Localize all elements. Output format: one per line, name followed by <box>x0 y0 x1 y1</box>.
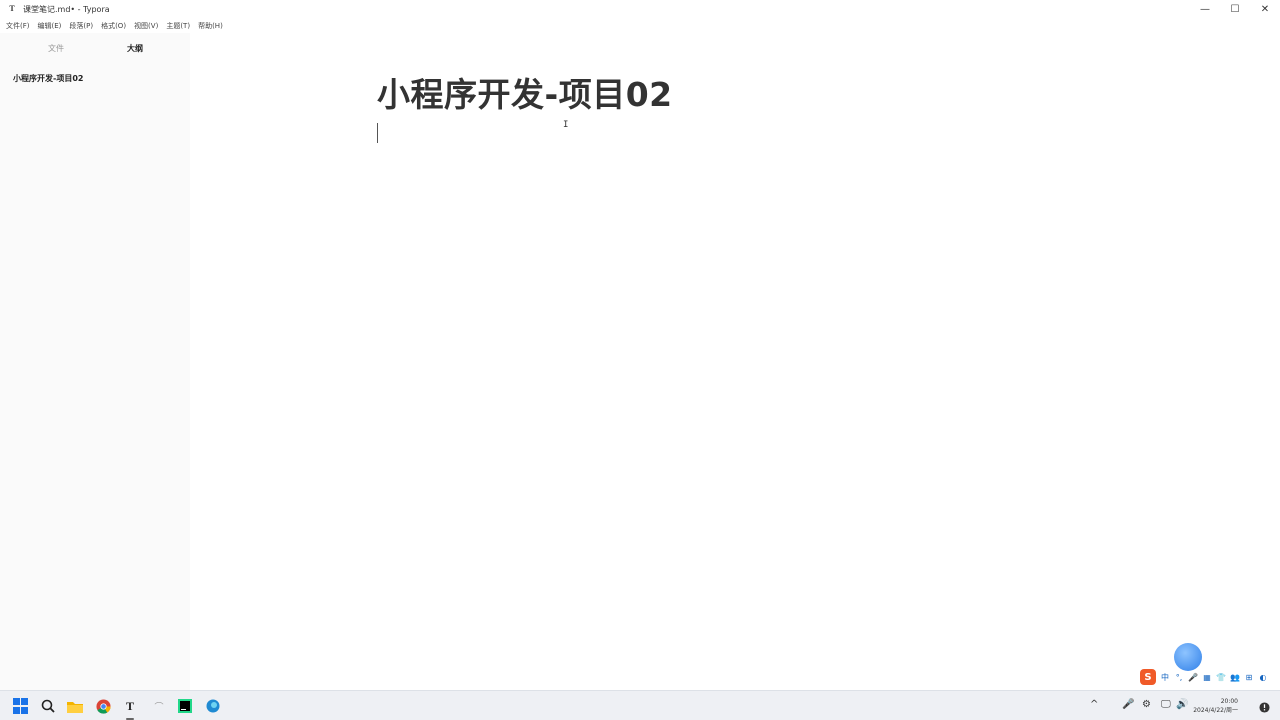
ime-toolbox-icon[interactable]: ⊞ <box>1244 673 1254 682</box>
pycharm-icon[interactable] <box>177 698 193 714</box>
sidebar: 文件 大纲 小程序开发-项目02 <box>0 33 190 690</box>
menu-bar: 文件(F) 编辑(E) 段落(P) 格式(O) 视图(V) 主题(T) 帮助(H… <box>0 18 1280 33</box>
ime-keyboard-icon[interactable]: ▦ <box>1202 673 1212 682</box>
menu-edit[interactable]: 编辑(E) <box>38 21 62 31</box>
edge-icon[interactable] <box>205 698 221 714</box>
typora-app-icon: T <box>9 4 15 13</box>
menu-file[interactable]: 文件(F) <box>6 21 30 31</box>
clock-time: 20:00 <box>1220 698 1238 705</box>
taskbar: T ⌒ ^ 🎤 ⚙ 🖵 🔊 20:00 2024/4/22/周一 <box>0 690 1280 720</box>
app-icon[interactable]: ⌒ <box>151 698 167 714</box>
clock-date: 2024/4/22/周一 <box>1193 707 1238 714</box>
sogou-ime-icon[interactable]: S <box>1140 669 1156 685</box>
tray-volume-icon[interactable]: 🔊 <box>1176 699 1188 710</box>
ime-punctuation-icon[interactable]: °, <box>1174 673 1184 682</box>
tray-settings-icon[interactable]: ⚙ <box>1142 699 1151 710</box>
window-controls: — ☐ ✕ <box>1190 0 1280 18</box>
maximize-button[interactable]: ☐ <box>1220 0 1250 18</box>
ime-chinese-mode-icon[interactable]: 中 <box>1160 672 1170 683</box>
windows-start-icon[interactable] <box>12 698 28 714</box>
menu-view[interactable]: 视图(V) <box>134 21 158 31</box>
tray-network-icon[interactable]: 🖵 <box>1161 699 1171 710</box>
close-button[interactable]: ✕ <box>1250 0 1280 18</box>
ime-settings-icon[interactable]: ◐ <box>1258 673 1268 682</box>
chrome-icon[interactable] <box>95 698 111 714</box>
mouse-cursor-icon: I <box>563 120 569 130</box>
ime-voice-icon[interactable]: 🎤 <box>1188 673 1198 682</box>
menu-format[interactable]: 格式(O) <box>101 21 126 31</box>
file-explorer-icon[interactable] <box>67 698 83 714</box>
tray-mic-icon[interactable]: 🎤 <box>1122 699 1134 710</box>
sidebar-tabs: 文件 大纲 <box>0 43 190 57</box>
ime-skin-icon[interactable]: 👕 <box>1216 673 1226 682</box>
system-clock[interactable]: 20:00 2024/4/22/周一 <box>1193 697 1238 715</box>
editor-area[interactable]: 小程序开发-项目02 I <box>190 33 1280 690</box>
menu-paragraph[interactable]: 段落(P) <box>69 21 93 31</box>
tray-overflow-icon[interactable]: ^ <box>1090 699 1098 710</box>
document-heading[interactable]: 小程序开发-项目02 <box>377 68 673 116</box>
outline-item-heading[interactable]: 小程序开发-项目02 <box>13 73 83 84</box>
minimize-button[interactable]: — <box>1190 0 1220 18</box>
notification-icon[interactable] <box>1256 699 1272 715</box>
ime-toolbar: S 中 °, 🎤 ▦ 👕 👥 ⊞ ◐ <box>1140 669 1268 685</box>
text-caret <box>377 123 378 143</box>
menu-help[interactable]: 帮助(H) <box>198 21 223 31</box>
title-bar: T 课堂笔记.md• - Typora — ☐ ✕ <box>0 0 1280 18</box>
tab-files[interactable]: 文件 <box>48 43 64 54</box>
window-title: 课堂笔记.md• - Typora <box>23 4 110 14</box>
ime-user-icon[interactable]: 👥 <box>1230 673 1240 682</box>
floating-assistant-icon[interactable] <box>1174 643 1202 671</box>
search-icon[interactable] <box>40 698 56 714</box>
tab-outline[interactable]: 大纲 <box>127 43 143 54</box>
typora-taskbar-icon[interactable]: T <box>122 698 138 714</box>
menu-theme[interactable]: 主题(T) <box>166 21 190 31</box>
